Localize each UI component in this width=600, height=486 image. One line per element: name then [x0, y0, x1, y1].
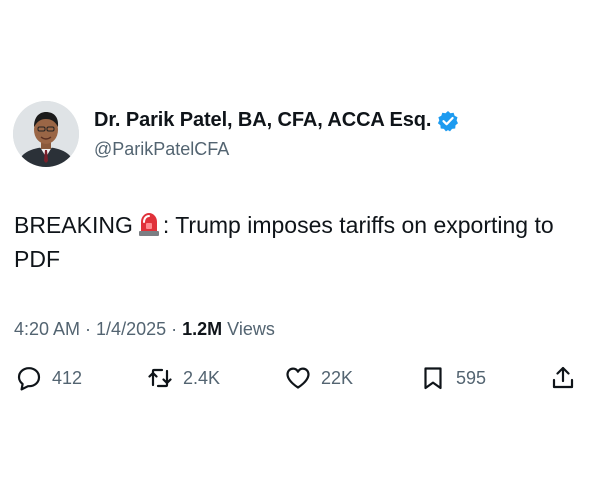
meta-separator: ·: [85, 319, 92, 339]
heart-icon: [286, 367, 310, 389]
bookmark-count: 595: [456, 367, 487, 388]
avatar[interactable]: [13, 101, 79, 167]
tweet-card: Dr. Parik Patel, BA, CFA, ACCA Esq. @Par…: [0, 0, 600, 486]
avatar-image: [13, 101, 79, 167]
tweet-text-breaking: BREAKING: [14, 212, 133, 238]
reply-icon: [17, 367, 41, 391]
meta-separator: ·: [171, 319, 178, 339]
verified-badge-icon[interactable]: [437, 110, 459, 132]
author-name-row: Dr. Parik Patel, BA, CFA, ACCA Esq.: [94, 109, 459, 132]
reply-button[interactable]: 412: [16, 365, 82, 391]
tweet-text: BREAKING : Trump imposes tariffs on expo…: [14, 208, 574, 276]
views-label[interactable]: Views: [227, 319, 275, 340]
reply-count: 412: [52, 367, 83, 388]
repost-count: 2.4K: [183, 367, 221, 388]
tweet-time[interactable]: 4:20 AM: [14, 319, 80, 340]
share-icon: [552, 366, 574, 389]
bookmark-button[interactable]: 595: [420, 365, 486, 391]
repost-button[interactable]: 2.4K: [147, 365, 220, 391]
tweet-meta: 4:20 AM · 1/4/2025 · 1.2M Views: [14, 319, 275, 340]
author-handle[interactable]: @ParikPatelCFA: [94, 139, 229, 160]
action-bar: 412 2.4K 22K 595: [0, 365, 600, 401]
tweet-date[interactable]: 1/4/2025: [96, 319, 166, 340]
share-button[interactable]: [550, 365, 576, 391]
like-count: 22K: [321, 367, 354, 388]
bookmark-icon: [424, 367, 442, 390]
author-display-name[interactable]: Dr. Parik Patel, BA, CFA, ACCA Esq.: [94, 109, 431, 132]
repost-icon: [148, 368, 172, 388]
siren-emoji-icon: [137, 211, 161, 237]
views-count[interactable]: 1.2M: [182, 319, 222, 340]
like-button[interactable]: 22K: [285, 365, 353, 391]
